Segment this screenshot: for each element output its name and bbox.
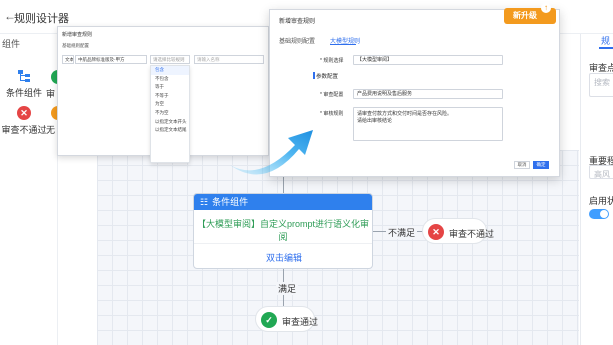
condition-node-header: ☷ 条件组件 bbox=[194, 194, 372, 210]
audit-rule-line: 请给出审核结论 bbox=[357, 118, 393, 124]
preview-title: 新增审查规则 bbox=[62, 32, 93, 38]
condition-node-title: 条件组件 bbox=[212, 197, 249, 207]
close-circle-icon: ✕ bbox=[17, 106, 31, 120]
page-title: 规则设计器 bbox=[14, 13, 69, 25]
preview-compare-select: 请选择比较规则 bbox=[150, 55, 190, 64]
tab-rule[interactable]: 规 bbox=[601, 34, 610, 47]
close-circle-icon: ✕ bbox=[428, 224, 444, 240]
tree-icon bbox=[18, 70, 30, 82]
dropdown-option: 不等于 bbox=[155, 92, 169, 98]
rule-select-label: * 规则选择 bbox=[320, 58, 344, 64]
palette-item-label: 条件组件 bbox=[5, 88, 42, 98]
audit-rule-line: 请审查付款方式和交付时间是否存在风险。 bbox=[357, 111, 453, 117]
tab-basic-rule: 基础规则配置 bbox=[279, 39, 316, 45]
section-marker bbox=[313, 72, 315, 79]
result-node-fail[interactable]: ✕ 审查不通过 bbox=[422, 218, 494, 244]
properties-panel: 规 审查点名 搜索 重要程度 高风 启用状 bbox=[580, 34, 613, 345]
name-placeholder: 搜索 bbox=[594, 78, 610, 87]
importance-select[interactable]: 高风 bbox=[589, 165, 613, 179]
preview-dropdown: 包含 不包含 等于 不等于 为空 不为空 以指定文本开头 以指定文本结尾 bbox=[150, 65, 190, 163]
palette-title: 组件 bbox=[2, 39, 21, 49]
audit-rule-textarea: 请审查付款方式和交付时间是否存在风险。 请给出审核结论 bbox=[353, 107, 503, 141]
result-node-pass[interactable]: ✓ 审查通过 bbox=[255, 306, 319, 332]
audit-config-label: * 审查配置 bbox=[320, 92, 344, 98]
dropdown-option: 为空 bbox=[155, 101, 164, 107]
dropdown-option: 以指定文本结尾 bbox=[155, 127, 187, 133]
palette-item-label: 审查不通过 bbox=[1, 125, 47, 135]
arrow-up-icon: ↑ bbox=[541, 3, 551, 13]
field-label-enabled: 启用状 bbox=[589, 196, 613, 206]
condition-node[interactable]: ☷ 条件组件 【大模型审阅】自定义prompt进行语义化审阅 双击编辑 bbox=[193, 193, 373, 269]
dropdown-option: 包含 bbox=[151, 66, 189, 75]
divider bbox=[194, 243, 372, 244]
condition-node-body: 【大模型审阅】自定义prompt进行语义化审阅 bbox=[196, 219, 369, 242]
preview-subtitle: 基础规则配置 bbox=[62, 43, 89, 48]
rule-select: 【大模型审阅】 bbox=[353, 55, 503, 65]
upgrade-badge-label: 新升级 bbox=[513, 11, 537, 20]
dropdown-option: 不为空 bbox=[155, 109, 169, 115]
preview-field-type: 文本 bbox=[62, 55, 74, 64]
edit-link[interactable]: 双击编辑 bbox=[194, 251, 372, 264]
dialog-title: 新增审查规则 bbox=[279, 19, 316, 25]
cancel-button: 取消 bbox=[514, 161, 530, 169]
dropdown-option: 不包含 bbox=[155, 75, 169, 81]
branch-label-satisfied: 满足 bbox=[276, 282, 299, 295]
palette-item-partial: 无 bbox=[46, 125, 56, 135]
dropdown-option: 以指定文本开头 bbox=[155, 118, 187, 124]
importance-placeholder: 高风 bbox=[594, 170, 610, 179]
palette-item-reject[interactable]: ✕ 审查不通过 bbox=[0, 106, 48, 136]
preview-name-input: 请输入名称 bbox=[194, 55, 264, 64]
name-input[interactable]: 搜索 bbox=[589, 73, 613, 97]
result-label: 审查通过 bbox=[282, 317, 319, 327]
audit-rule-label: * 审核规则 bbox=[320, 111, 344, 117]
enabled-toggle[interactable] bbox=[589, 209, 609, 219]
audit-config-select: 产品费用说明及售后服务 bbox=[353, 89, 503, 99]
tab-underline bbox=[599, 47, 613, 49]
section-title: 参数配置 bbox=[316, 74, 339, 80]
check-circle-icon: ✓ bbox=[261, 312, 277, 328]
branch-label-not-satisfied: 不满足 bbox=[386, 226, 418, 239]
transition-arrow-icon bbox=[230, 130, 313, 175]
tree-icon: ☷ bbox=[200, 197, 209, 207]
result-label: 审查不通过 bbox=[449, 229, 495, 239]
tab-underline bbox=[330, 44, 356, 45]
confirm-button: 确定 bbox=[533, 161, 549, 169]
palette-item-condition[interactable]: 条件组件 bbox=[4, 69, 44, 99]
component-palette: 组件 条件组件 ✕ 审查不通过 审 无 bbox=[0, 34, 63, 345]
dropdown-option: 等于 bbox=[155, 84, 164, 90]
preview-field-value: 中航品牌标准版及-甲方 bbox=[75, 55, 147, 64]
palette-item-partial: 审 bbox=[46, 89, 56, 99]
